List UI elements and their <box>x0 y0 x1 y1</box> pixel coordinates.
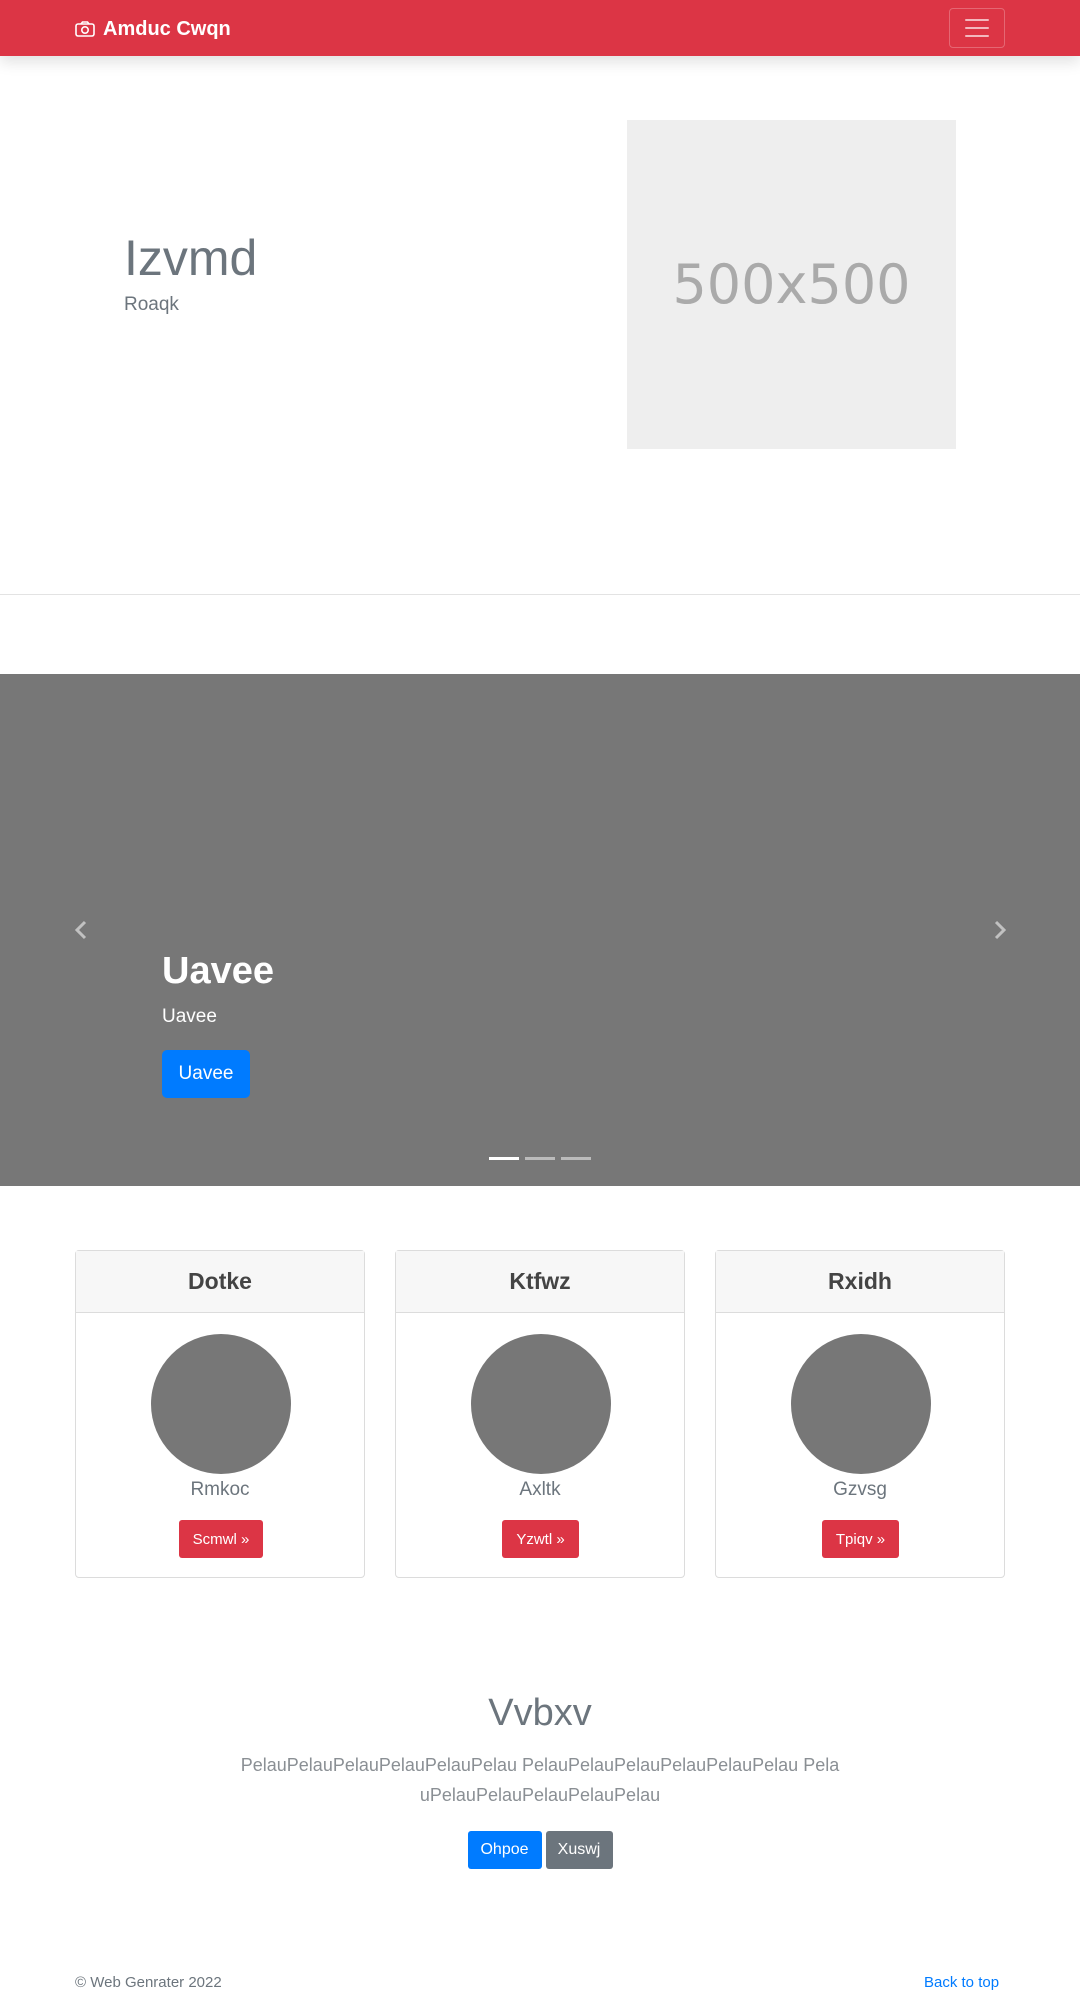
back-to-top-link[interactable]: Back to top <box>924 1974 999 1991</box>
cta-primary-button[interactable]: Ohpoe <box>467 1831 542 1869</box>
carousel-caption-button[interactable]: Uavee <box>162 1050 250 1098</box>
carousel-caption-text: Uavee <box>162 1006 217 1027</box>
cta-secondary-button[interactable]: Xuswj <box>545 1831 613 1869</box>
carousel-caption-title: Uavee <box>162 950 274 992</box>
card-name: Axltk <box>519 1479 561 1500</box>
carousel-next-button[interactable] <box>988 918 1012 942</box>
avatar <box>471 1334 611 1474</box>
avatar <box>791 1334 931 1474</box>
carousel: Uavee Uavee Uavee <box>0 674 1080 1186</box>
avatar <box>151 1334 291 1474</box>
card: Rxidh Gzvsg Tpiqv » <box>715 1250 1005 1578</box>
card-header: Ktfwz <box>396 1251 684 1313</box>
camera-icon <box>75 21 95 37</box>
navbar-toggler-button[interactable] <box>949 8 1005 48</box>
carousel-prev-button[interactable] <box>69 918 93 942</box>
cta-title: Vvbxv <box>488 1692 592 1734</box>
section-divider <box>0 594 1080 595</box>
cta-buttons: Ohpoe Xuswj <box>0 1831 1080 1869</box>
chevron-right-icon <box>994 920 1007 940</box>
card-button[interactable]: Yzwtl » <box>502 1520 579 1558</box>
card-name: Rmkoc <box>190 1479 250 1500</box>
brand-name: Amduc Cwqn <box>103 17 231 40</box>
brand-link[interactable]: Amduc Cwqn <box>75 15 231 43</box>
hamburger-icon <box>965 19 989 21</box>
carousel-indicators <box>489 1157 591 1160</box>
card: Dotke Rmkoc Scmwl » <box>75 1250 365 1578</box>
chevron-left-icon <box>74 920 87 940</box>
carousel-indicator-3[interactable] <box>561 1157 591 1160</box>
hero-title: Izvmd <box>124 230 258 286</box>
navbar: Amduc Cwqn <box>0 0 1080 56</box>
footer-copyright: © Web Genrater 2022 <box>75 1974 222 1991</box>
hero-image-placeholder: 500x500 <box>627 120 956 449</box>
carousel-indicator-1[interactable] <box>489 1157 519 1160</box>
card-name: Gzvsg <box>833 1479 887 1500</box>
carousel-indicator-2[interactable] <box>525 1157 555 1160</box>
hero-subtitle: Roaqk <box>124 294 179 315</box>
card-header: Dotke <box>76 1251 364 1313</box>
card: Ktfwz Axltk Yzwtl » <box>395 1250 685 1578</box>
card-header: Rxidh <box>716 1251 1004 1313</box>
placeholder-label: 500x500 <box>672 253 911 316</box>
card-button[interactable]: Tpiqv » <box>822 1520 899 1558</box>
cta-text: PelauPelauPelauPelauPelauPelau PelauPela… <box>240 1755 840 1805</box>
card-button[interactable]: Scmwl » <box>179 1520 263 1558</box>
